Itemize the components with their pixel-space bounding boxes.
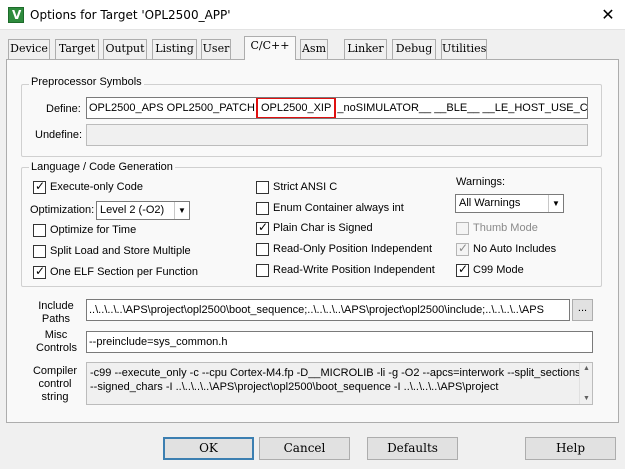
compiler-string-line1: -c99 --execute_only -c --cpu Cortex-M4.f… <box>90 367 581 379</box>
optimization-select[interactable]: Level 2 (-O2) ▼ <box>96 201 190 220</box>
keil-app-icon <box>8 7 24 23</box>
tab-linker[interactable]: Linker <box>344 39 387 59</box>
rw-pi-label: Read-Write Position Independent <box>273 264 435 276</box>
include-paths-label: Include Paths <box>38 300 74 325</box>
undefine-field[interactable] <box>86 124 588 146</box>
scroll-up-icon[interactable]: ▲ <box>581 365 592 372</box>
no-auto-includes-checkbox[interactable] <box>456 241 469 256</box>
compiler-string-scrollbar[interactable]: ▲ ▼ <box>579 363 592 404</box>
define-label: Define: <box>46 103 81 115</box>
defaults-button[interactable]: Defaults <box>367 437 458 460</box>
tab-c-cpp[interactable]: C/C++ <box>244 36 296 60</box>
define-highlighted-symbol: OPL2500_XIP <box>255 98 337 118</box>
undefine-label: Undefine: <box>35 129 83 141</box>
tab-device[interactable]: Device <box>8 39 50 59</box>
split-load-label: Split Load and Store Multiple <box>50 245 191 257</box>
plain-char-label: Plain Char is Signed <box>273 222 373 234</box>
thumb-mode-checkbox[interactable] <box>456 222 469 235</box>
red-highlight-box <box>255 98 337 118</box>
tab-utilities[interactable]: Utilities <box>441 39 487 59</box>
misc-controls-field[interactable]: --preinclude=sys_common.h <box>86 331 593 353</box>
execute-only-checkbox[interactable] <box>33 179 46 194</box>
cancel-button[interactable]: Cancel <box>259 437 350 460</box>
optimize-time-checkbox[interactable] <box>33 224 46 237</box>
split-load-checkbox[interactable] <box>33 245 46 258</box>
tab-listing[interactable]: Listing <box>152 39 197 59</box>
tab-debug[interactable]: Debug <box>392 39 436 59</box>
preprocessor-group-title: Preprocessor Symbols <box>29 76 144 88</box>
compiler-string-label: Compiler control string <box>32 365 77 403</box>
close-icon[interactable]: ✕ <box>596 4 620 26</box>
define-value-part1: OPL2500_APS OPL2500_PATCH <box>89 102 255 114</box>
one-elf-label: One ELF Section per Function <box>50 266 198 278</box>
language-group-title: Language / Code Generation <box>29 161 175 173</box>
tab-user[interactable]: User <box>201 39 231 59</box>
compiler-string-box[interactable]: -c99 --execute_only -c --cpu Cortex-M4.f… <box>86 362 593 405</box>
execute-only-label: Execute-only Code <box>50 181 143 193</box>
define-value-part2: _noSIMULATOR__ __BLE__ __LE_HOST_USE_CM <box>337 102 588 114</box>
preprocessor-group <box>21 84 602 157</box>
warnings-select[interactable]: All Warnings ▼ <box>455 194 564 213</box>
include-paths-field[interactable]: ..\..\..\..\APS\project\opl2500\boot_seq… <box>86 299 570 321</box>
strict-ansi-checkbox[interactable] <box>256 181 269 194</box>
misc-controls-label: Misc Controls <box>36 329 77 354</box>
optimization-value: Level 2 (-O2) <box>100 204 165 216</box>
chevron-down-icon: ▼ <box>548 195 563 212</box>
c99-mode-label: C99 Mode <box>473 264 524 276</box>
c99-mode-checkbox[interactable] <box>456 262 469 277</box>
enum-container-label: Enum Container always int <box>273 202 404 214</box>
define-field[interactable]: OPL2500_APS OPL2500_PATCH OPL2500_XIP _n… <box>86 97 588 119</box>
enum-container-checkbox[interactable] <box>256 202 269 215</box>
ro-pi-checkbox[interactable] <box>256 243 269 256</box>
thumb-mode-label: Thumb Mode <box>473 222 538 234</box>
no-auto-includes-label: No Auto Includes <box>473 243 557 255</box>
rw-pi-checkbox[interactable] <box>256 264 269 277</box>
warnings-label: Warnings: <box>456 176 506 188</box>
warnings-value: All Warnings <box>459 197 521 209</box>
optimize-time-label: Optimize for Time <box>50 224 137 236</box>
chevron-down-icon: ▼ <box>174 202 189 219</box>
tab-output[interactable]: Output <box>103 39 147 59</box>
ok-button[interactable]: OK <box>163 437 254 460</box>
window-title: Options for Target 'OPL2500_APP' <box>30 8 231 22</box>
strict-ansi-label: Strict ANSI C <box>273 181 338 193</box>
compiler-string-line2: --signed_chars -I ..\..\..\..\APS\projec… <box>90 381 499 393</box>
plain-char-checkbox[interactable] <box>256 220 269 235</box>
tab-asm[interactable]: Asm <box>300 39 328 59</box>
scroll-down-icon[interactable]: ▼ <box>581 395 592 402</box>
optimization-label: Optimization: <box>30 204 95 216</box>
ro-pi-label: Read-Only Position Independent <box>273 243 432 255</box>
tab-target[interactable]: Target <box>55 39 99 59</box>
include-paths-browse-button[interactable]: ... <box>572 299 593 321</box>
help-button[interactable]: Help <box>525 437 616 460</box>
one-elf-checkbox[interactable] <box>33 264 46 279</box>
